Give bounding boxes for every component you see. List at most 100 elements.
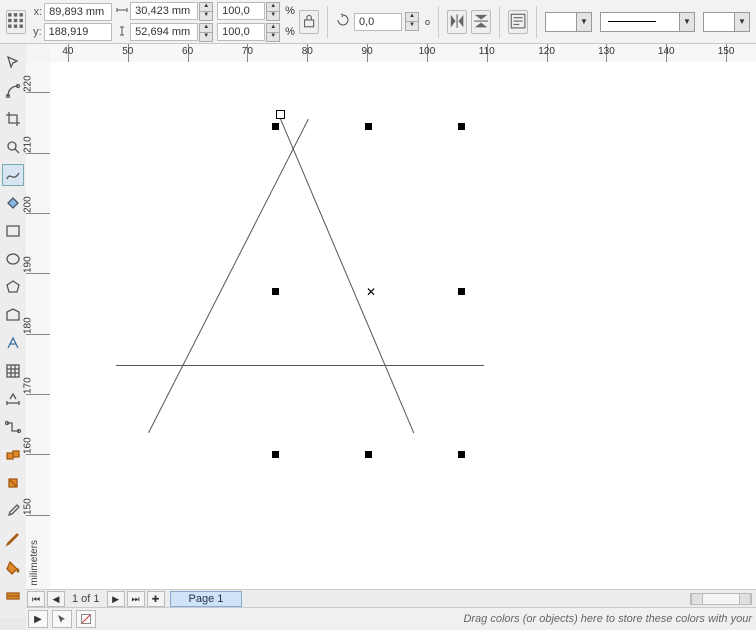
ruler-origin-corner[interactable] [26,44,51,63]
ellipse-tool[interactable] [2,248,24,270]
line-start-dropdown[interactable]: ▼ [545,12,592,32]
page-last-button[interactable]: ⏭ [127,591,145,607]
vruler-units-label: milimeters [29,540,40,586]
selection-handle-tm[interactable] [365,123,372,130]
status-nofill-icon[interactable] [76,610,96,628]
outline-tool[interactable] [2,528,24,550]
pick-tool[interactable] [2,52,24,74]
selection-handle-bl[interactable] [272,451,279,458]
lock-ratio-button[interactable] [299,10,319,34]
vruler-tick-label: 160 [23,438,34,455]
connector-tool[interactable] [2,416,24,438]
scale-y-unit: % [285,26,295,38]
shape-tool[interactable] [2,80,24,102]
mirror-vertical-button[interactable] [471,10,491,34]
page-count-label: 1 of 1 [66,593,106,605]
vruler-tick-label: 220 [23,75,34,92]
height-icon [116,26,128,39]
hruler-tick-label: 50 [122,46,133,57]
interactive-fill-tool[interactable] [2,584,24,606]
y-position-field[interactable]: 188,919 mm [44,23,113,41]
hruler-tick-label: 120 [538,46,555,57]
x-label: x: [30,6,42,18]
selection-handle-tl[interactable] [272,123,279,130]
rotation-icon [336,13,350,30]
fill-tool[interactable] [2,556,24,578]
width-field[interactable]: 30,423 mm [130,2,198,20]
hruler-tick-label: 150 [718,46,735,57]
vertical-ruler[interactable]: milimeters 220 210 200 190 180 170 160 150 [26,62,51,590]
mirror-horizontal-button[interactable] [447,10,467,34]
hruler-tick-label: 90 [362,46,373,57]
width-spinner[interactable]: ▲▼ [199,2,213,21]
property-bar: x:89,893 mm y:188,919 mm 30,423 mm ▲▼ 52… [0,0,756,44]
status-cursor-icon[interactable] [52,610,72,628]
crop-tool[interactable] [2,108,24,130]
status-hint-text: Drag colors (or objects) here to store t… [98,613,756,625]
freehand-tool[interactable] [2,164,24,186]
selection-center-marker[interactable]: ✕ [366,285,376,299]
selection-handle-tr[interactable] [458,123,465,130]
selection-handle-ml[interactable] [272,288,279,295]
artwork-hline[interactable] [116,365,484,366]
vruler-tick-label: 150 [23,498,34,515]
page-navigator: ⏮ ◀ 1 of 1 ▶ ⏭ ✚ Page 1 [26,589,756,608]
vruler-tick-label: 170 [23,377,34,394]
page-next-button[interactable]: ▶ [107,591,125,607]
hruler-tick-label: 140 [658,46,675,57]
scale-y-field[interactable]: 100,0 [217,23,265,41]
hruler-tick-label: 40 [62,46,73,57]
page-first-button[interactable]: ⏮ [27,591,45,607]
selection-origin-handle[interactable] [276,110,285,119]
artwork-diag-right[interactable] [277,112,414,434]
status-play-icon[interactable]: ▶ [28,610,48,628]
selection-handle-br[interactable] [458,451,465,458]
selection-handle-mr[interactable] [458,288,465,295]
hruler-tick-label: 130 [598,46,615,57]
page-add-button[interactable]: ✚ [147,591,165,607]
hruler-tick-label: 110 [479,46,495,57]
height-spinner[interactable]: ▲▼ [199,23,213,42]
line-end-dropdown[interactable]: ▼ [703,12,750,32]
basic-shapes-tool[interactable] [2,304,24,326]
dimension-tool[interactable] [2,388,24,410]
zoom-tool[interactable] [2,136,24,158]
artwork-diag-left[interactable] [148,119,309,433]
rectangle-tool[interactable] [2,220,24,242]
transparency-tool[interactable] [2,472,24,494]
polygon-tool[interactable] [2,276,24,298]
hruler-tick-label: 70 [242,46,253,57]
scale-x-unit: % [285,5,295,17]
y-label: y: [30,26,41,38]
smart-fill-tool[interactable] [2,192,24,214]
hruler-tick-label: 60 [182,46,193,57]
scale-x-spinner[interactable]: ▲▼ [266,2,280,21]
height-field[interactable]: 52,694 mm [130,23,198,41]
page-prev-button[interactable]: ◀ [47,591,65,607]
vruler-tick-label: 190 [23,257,34,274]
rotation-field[interactable]: 0,0 [354,13,402,31]
blend-tool[interactable] [2,444,24,466]
object-origin-grid-icon[interactable] [6,10,26,34]
rotation-unit: o [425,17,430,27]
scale-y-spinner[interactable]: ▲▼ [266,23,280,42]
horizontal-scrollbar[interactable] [690,593,752,605]
selection-handle-bm[interactable] [365,451,372,458]
hruler-tick-label: 100 [419,46,436,57]
vruler-tick-label: 200 [23,196,34,213]
horizontal-ruler[interactable]: 405060708090100110120130140150 [50,44,756,63]
wrap-text-button[interactable] [508,10,528,34]
vruler-tick-label: 180 [23,317,34,334]
page-tab[interactable]: Page 1 [170,591,243,607]
x-position-field[interactable]: 89,893 mm [44,3,112,21]
table-tool[interactable] [2,360,24,382]
width-icon [116,5,128,18]
line-style-preview [608,21,656,22]
text-tool[interactable] [2,332,24,354]
eyedropper-tool[interactable] [2,500,24,522]
drawing-canvas[interactable]: ✕ [50,62,756,590]
scale-x-field[interactable]: 100,0 [217,2,265,20]
rotation-spinner[interactable]: ▲▼ [405,12,419,31]
line-style-dropdown[interactable]: ▼ [600,12,695,32]
vruler-tick-label: 210 [23,136,34,153]
